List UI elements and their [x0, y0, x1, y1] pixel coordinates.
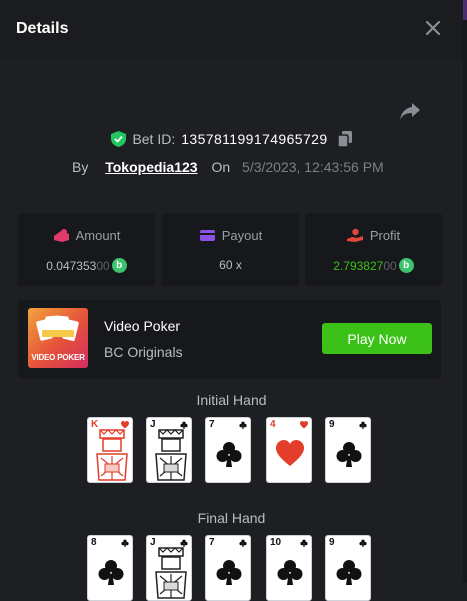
hearts-suit-icon	[300, 421, 308, 429]
initial-hand-card-4: 4	[266, 417, 312, 483]
game-name[interactable]: Video Poker	[104, 318, 180, 334]
card-rank: 7	[209, 419, 215, 430]
bet-id-row: Bet ID: 135781199174965729	[0, 131, 463, 151]
profit-icon	[346, 228, 363, 242]
final-hand-card-2: J	[146, 535, 192, 601]
card-rank: 8	[91, 537, 97, 548]
payout-value: 60 x	[219, 258, 242, 272]
cards-fan-icon	[36, 315, 79, 341]
bet-id-value: 135781199174965729	[181, 131, 328, 147]
initial-hand-card-3: 7	[205, 417, 251, 483]
profit-label: Profit	[369, 228, 401, 243]
clubs-suit-icon	[98, 560, 124, 585]
by-label: By	[72, 159, 89, 175]
final-hand-card-4: 10	[266, 535, 312, 601]
face-card-figure-icon	[155, 547, 187, 599]
clubs-suit-icon	[359, 421, 367, 429]
profit-value: 2.793827	[333, 258, 384, 273]
clubs-suit-icon	[336, 560, 362, 585]
clubs-suit-icon	[121, 539, 129, 547]
payout-icon	[199, 230, 215, 241]
final-hand-card-5: 9	[325, 535, 371, 601]
username-link[interactable]: Tokopedia123	[105, 159, 197, 175]
final-hand-title: Final Hand	[197, 510, 266, 526]
scrollbar-thumb[interactable]	[463, 0, 467, 20]
profit-card: Profit 2.793827 00 b	[305, 213, 442, 286]
coin-letter: b	[116, 260, 123, 271]
payout-card: Payout 60 x	[162, 213, 299, 286]
amount-value-dim: 00	[96, 258, 110, 273]
clubs-suit-icon	[239, 421, 247, 429]
bet-datetime: 5/3/2023, 12:43:56 PM	[242, 159, 384, 175]
final-hand-card-3: 7	[205, 535, 251, 601]
card-rank: 10	[270, 537, 282, 548]
final-hand-card-1: 8	[87, 535, 133, 601]
clubs-suit-icon	[216, 560, 242, 585]
initial-hand-card-1: K	[87, 417, 133, 483]
close-icon[interactable]	[424, 19, 442, 37]
scrollbar-track[interactable]	[463, 0, 467, 583]
face-card-figure-icon	[96, 429, 128, 481]
shield-check-icon	[111, 131, 127, 147]
bet-meta-row: By Tokopedia123 On 5/3/2023, 12:43:56 PM	[72, 159, 384, 175]
clubs-suit-icon	[239, 539, 247, 547]
clubs-suit-icon	[277, 560, 303, 585]
page-title: Details	[16, 20, 69, 37]
details-header: Details	[0, 0, 463, 58]
amount-label: Amount	[75, 228, 121, 243]
coin-icon: b	[111, 258, 127, 273]
profit-value-dim: 00	[383, 258, 397, 273]
copy-icon[interactable]	[337, 131, 352, 147]
game-provider: BC Originals	[104, 344, 183, 360]
clubs-suit-icon	[336, 442, 362, 467]
hearts-suit-icon	[276, 440, 304, 466]
video-poker-thumbnail[interactable]: VIDEO POKER	[28, 308, 88, 368]
clubs-suit-icon	[359, 539, 367, 547]
card-rank: 4	[270, 419, 276, 430]
card-rank: 7	[209, 537, 215, 548]
card-rank: 9	[329, 419, 335, 430]
on-label: On	[211, 159, 231, 175]
payout-label: Payout	[221, 228, 263, 243]
play-now-button[interactable]: Play Now	[322, 323, 432, 354]
clubs-suit-icon	[216, 442, 242, 467]
clubs-suit-icon	[300, 539, 308, 547]
coin-icon: b	[398, 258, 414, 273]
initial-hand-title: Initial Hand	[196, 392, 267, 408]
card-rank: 9	[329, 537, 335, 548]
game-card: VIDEO POKER Video Poker BC Originals Pla…	[18, 300, 441, 378]
initial-hand-card-2: J	[146, 417, 192, 483]
face-card-figure-icon	[155, 429, 187, 481]
share-icon[interactable]	[399, 101, 421, 121]
thumbnail-label: VIDEO POKER	[31, 353, 85, 362]
amount-card: Amount 0.047353 00 b	[18, 213, 155, 286]
initial-hand-card-5: 9	[325, 417, 371, 483]
amount-value: 0.047353	[46, 258, 97, 273]
amount-icon	[53, 229, 69, 242]
bet-id-label: Bet ID:	[132, 131, 176, 147]
coin-letter: b	[403, 260, 410, 271]
